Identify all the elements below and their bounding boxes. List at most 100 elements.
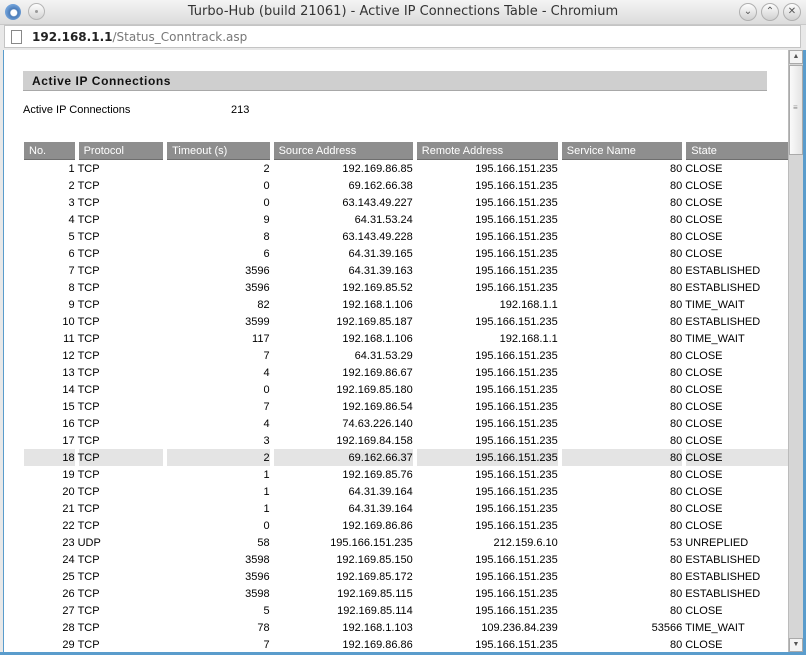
cell-service: 80 — [669, 502, 683, 515]
cell-no: 2 — [68, 179, 75, 192]
cell-service: 80 — [669, 281, 683, 294]
cell-no: 1 — [68, 162, 75, 175]
cell-timeout: 4 — [263, 366, 270, 379]
cell-timeout: 117 — [252, 332, 270, 345]
cell-service: 80 — [669, 519, 683, 532]
cell-source-address: 192.168.1.106 — [342, 298, 413, 311]
cell-state: CLOSE — [685, 519, 723, 532]
cell-remote-address: 195.166.151.235 — [475, 383, 558, 396]
cell-source-address: 64.31.39.163 — [348, 264, 413, 277]
cell-timeout: 3598 — [245, 553, 270, 566]
cell-source-address: 192.169.85.150 — [336, 553, 413, 566]
cell-remote-address: 195.166.151.235 — [475, 281, 558, 294]
cell-state: ESTABLISHED — [685, 281, 761, 294]
cell-state: ESTABLISHED — [685, 264, 761, 277]
cell-service: 53566 — [651, 621, 683, 634]
cell-source-address: 192.169.85.172 — [336, 570, 413, 583]
url-text[interactable]: 192.168.1.1/Status_Conntrack.asp — [32, 30, 247, 44]
cell-protocol: TCP — [77, 400, 100, 413]
cell-service: 80 — [669, 298, 683, 311]
vertical-scrollbar[interactable]: ▲ ≡ ▼ — [788, 50, 803, 652]
cell-timeout: 9 — [263, 213, 270, 226]
cell-source-address: 192.169.85.52 — [342, 281, 413, 294]
cell-no: 24 — [62, 553, 75, 566]
cell-timeout: 3599 — [245, 315, 270, 328]
scrollbar-thumb[interactable]: ≡ — [789, 65, 803, 155]
cell-protocol: TCP — [77, 485, 100, 498]
connections-count-value: 213 — [231, 104, 250, 116]
cell-remote-address: 195.166.151.235 — [475, 162, 558, 175]
cell-remote-address: 192.168.1.1 — [499, 298, 558, 311]
cell-state: CLOSE — [685, 502, 723, 515]
cell-source-address: 69.162.66.38 — [348, 179, 413, 192]
cell-remote-address: 195.166.151.235 — [475, 179, 558, 192]
table-row: 1 TCP 2 192.169.86.85 195.166.151.235 80 CLO… — [24, 160, 802, 177]
cell-service: 80 — [669, 468, 683, 481]
cell-protocol: TCP — [77, 298, 100, 311]
cell-source-address: 192.169.85.76 — [342, 468, 413, 481]
cell-no: 7 — [68, 264, 75, 277]
cell-no: 27 — [62, 604, 75, 617]
table-row: 14 TCP 0 192.169.85.180 195.166.151.235 80 C… — [24, 381, 802, 398]
cell-protocol: TCP — [77, 621, 100, 634]
cell-protocol: TCP — [77, 162, 100, 175]
cell-protocol: TCP — [77, 281, 100, 294]
cell-service: 80 — [669, 604, 683, 617]
cell-timeout: 1 — [263, 468, 270, 481]
cell-timeout: 3596 — [245, 264, 270, 277]
cell-no: 3 — [68, 196, 75, 209]
cell-no: 13 — [62, 366, 75, 379]
maximize-button[interactable]: ⌃ — [761, 3, 779, 21]
cell-source-address: 195.166.151.235 — [330, 536, 413, 549]
cell-remote-address: 195.166.151.235 — [475, 485, 558, 498]
cell-timeout: 1 — [263, 485, 270, 498]
cell-protocol: TCP — [77, 570, 100, 583]
cell-service: 80 — [669, 315, 683, 328]
cell-timeout: 0 — [263, 196, 270, 209]
cell-source-address: 64.31.39.164 — [348, 502, 413, 515]
address-bar[interactable]: 192.168.1.1/Status_Conntrack.asp — [4, 25, 801, 48]
cell-no: 23 — [62, 536, 75, 549]
cell-state: TIME_WAIT — [685, 621, 745, 634]
cell-protocol: UDP — [77, 536, 101, 549]
minimize-button[interactable]: ⌄ — [739, 3, 757, 21]
cell-source-address: 192.169.86.86 — [342, 519, 413, 532]
cell-state: CLOSE — [685, 485, 723, 498]
scroll-up-arrow-icon[interactable]: ▲ — [789, 50, 803, 64]
window-titlebar: Turbo-Hub (build 21061) - Active IP Conn… — [0, 0, 806, 25]
cell-protocol: TCP — [77, 230, 100, 243]
cell-source-address: 64.31.39.165 — [348, 247, 413, 260]
table-row: 5 TCP 8 63.143.49.228 195.166.151.235 80 CLO… — [24, 228, 802, 245]
cell-service: 80 — [669, 162, 683, 175]
cell-state: CLOSE — [685, 196, 723, 209]
cell-no: 28 — [62, 621, 75, 634]
cell-service: 80 — [669, 230, 683, 243]
cell-source-address: 192.169.86.86 — [342, 638, 413, 651]
cell-timeout: 0 — [263, 383, 270, 396]
cell-protocol: TCP — [77, 196, 100, 209]
url-path: /Status_Conntrack.asp — [112, 30, 248, 44]
cell-remote-address: 195.166.151.235 — [475, 264, 558, 277]
cell-state: CLOSE — [685, 417, 723, 430]
cell-state: CLOSE — [685, 366, 723, 379]
cell-service: 80 — [669, 264, 683, 277]
cell-remote-address: 195.166.151.235 — [475, 213, 558, 226]
cell-protocol: TCP — [77, 638, 100, 651]
cell-protocol: TCP — [77, 247, 100, 260]
table-body: 1 TCP 2 192.169.86.85 195.166.151.235 80 CLO… — [24, 160, 802, 653]
cell-source-address: 74.63.226.140 — [342, 417, 413, 430]
table-row: 8 TCP 3596 192.169.85.52 195.166.151.235 80 … — [24, 279, 802, 296]
cell-state: CLOSE — [685, 247, 723, 260]
cell-remote-address: 195.166.151.235 — [475, 604, 558, 617]
cell-source-address: 192.169.85.187 — [336, 315, 413, 328]
cell-no: 15 — [62, 400, 75, 413]
header-remote-address: Remote Address — [416, 142, 558, 160]
scroll-down-arrow-icon[interactable]: ▼ — [789, 638, 803, 652]
table-row: 26 TCP 3598 192.169.85.115 195.166.151.235 8… — [24, 585, 802, 602]
close-button[interactable]: ✕ — [783, 3, 801, 21]
cell-timeout: 2 — [167, 449, 270, 466]
cell-remote-address: 195.166.151.235 — [475, 315, 558, 328]
table-row: 28 TCP 78 192.168.1.103 109.236.84.239 53566… — [24, 619, 802, 636]
cell-remote-address: 195.166.151.235 — [475, 553, 558, 566]
section-header: Active IP Connections — [23, 71, 767, 91]
